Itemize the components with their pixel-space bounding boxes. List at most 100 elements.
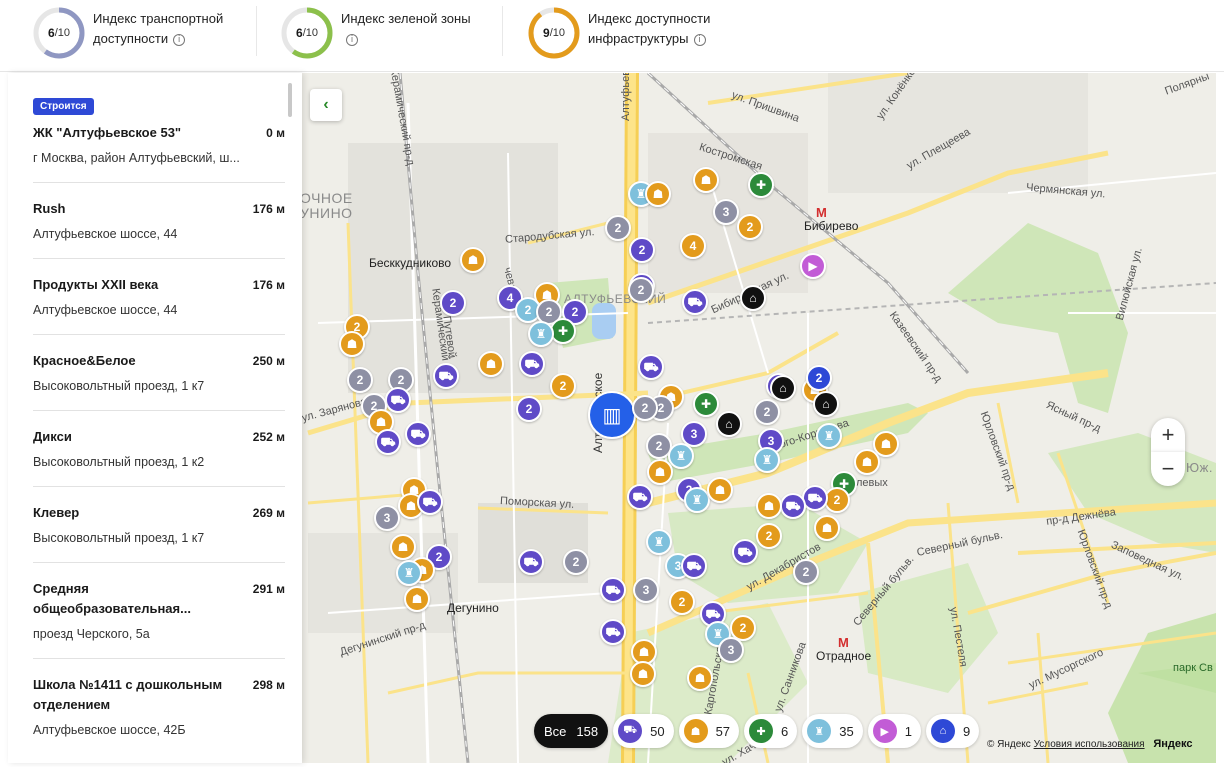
education-icon[interactable]: ☗ bbox=[390, 534, 416, 560]
divider bbox=[33, 258, 285, 259]
health-icon[interactable]: ✚ bbox=[748, 172, 774, 198]
education-icon[interactable]: ☗ bbox=[645, 181, 671, 207]
shop-icon[interactable]: ⛟ bbox=[385, 387, 411, 413]
shop-icon[interactable]: ⛟ bbox=[433, 363, 459, 389]
health-icon[interactable]: ✚ bbox=[693, 391, 719, 417]
shop-icon[interactable]: ⛟ bbox=[417, 489, 443, 515]
yandex-logo: Яндекс bbox=[1153, 738, 1193, 750]
filter-education[interactable]: ☗ 57 bbox=[678, 714, 740, 748]
zoom-in-button[interactable]: + bbox=[1151, 418, 1185, 452]
place-item[interactable]: Дикси 252 м Высоковольтный проезд, 1 к2 bbox=[33, 427, 285, 471]
shop-icon[interactable]: ⛟ bbox=[518, 549, 544, 575]
map-metro-label: Отрадное bbox=[816, 649, 872, 663]
filter-sport[interactable]: ♜ 35 bbox=[802, 714, 863, 748]
filter-banks[interactable]: ⌂ 9 bbox=[925, 714, 980, 748]
education-icon: ☗ bbox=[683, 719, 708, 743]
cluster-marker[interactable]: 3 bbox=[633, 577, 659, 603]
cluster-marker[interactable]: 2 bbox=[793, 559, 819, 585]
filter-all[interactable]: Все 158 bbox=[534, 714, 609, 748]
filter-health[interactable]: ✚ 6 bbox=[744, 714, 798, 748]
cluster-marker[interactable]: 2 bbox=[628, 277, 654, 303]
sport-icon[interactable]: ♜ bbox=[816, 423, 842, 449]
shop-cluster-marker[interactable]: 2 bbox=[629, 237, 655, 263]
health-icon[interactable]: ✚ bbox=[550, 318, 576, 344]
education-icon[interactable]: ☗ bbox=[814, 515, 840, 541]
bank-icon[interactable]: ⌂ bbox=[770, 375, 796, 401]
education-icon[interactable]: ☗ bbox=[478, 351, 504, 377]
education-icon[interactable]: ☗ bbox=[854, 449, 880, 475]
place-address: Высоковольтный проезд, 1 к7 bbox=[33, 379, 205, 393]
green-index-score: 6/10 bbox=[296, 26, 318, 40]
shop-icon[interactable]: ⛟ bbox=[600, 619, 626, 645]
filter-shops[interactable]: ⛟ 50 bbox=[613, 714, 674, 748]
education-cluster-marker[interactable]: 2 bbox=[550, 373, 576, 399]
shop-icon[interactable]: ⛟ bbox=[780, 493, 806, 519]
education-cluster-marker[interactable]: 2 bbox=[669, 589, 695, 615]
terms-link[interactable]: Условия использования bbox=[1034, 739, 1145, 750]
shop-cluster-marker[interactable]: 2 bbox=[440, 290, 466, 316]
place-address: проезд Черского, 5а bbox=[33, 627, 150, 641]
education-icon[interactable]: ☗ bbox=[756, 493, 782, 519]
infrastructure-index-score: 9/10 bbox=[543, 26, 565, 40]
health-icon: ✚ bbox=[749, 719, 774, 743]
shop-icon[interactable]: ⛟ bbox=[375, 429, 401, 455]
education-icon[interactable]: ☗ bbox=[460, 247, 486, 273]
shop-icon[interactable]: ⛟ bbox=[405, 421, 431, 447]
sport-icon[interactable]: ♜ bbox=[646, 529, 672, 555]
place-item[interactable]: Rush 176 м Алтуфьевское шоссе, 44 bbox=[33, 199, 285, 243]
place-distance: 269 м bbox=[252, 506, 285, 520]
info-icon[interactable]: i bbox=[173, 34, 186, 46]
main-building-pin[interactable]: ▥ bbox=[588, 391, 636, 439]
education-cluster-marker[interactable]: 4 bbox=[680, 233, 706, 259]
cluster-marker[interactable]: 2 bbox=[347, 367, 373, 393]
education-icon[interactable]: ☗ bbox=[339, 331, 365, 357]
place-item[interactable]: ЖК "Алтуфьевское 53" 0 м г Москва, район… bbox=[33, 123, 285, 167]
cluster-marker[interactable]: 2 bbox=[754, 399, 780, 425]
cluster-marker[interactable]: 2 bbox=[563, 549, 589, 575]
education-icon[interactable]: ☗ bbox=[707, 477, 733, 503]
sport-icon[interactable]: ♜ bbox=[754, 447, 780, 473]
shop-icon[interactable]: ⛟ bbox=[732, 539, 758, 565]
cluster-marker[interactable]: 2 bbox=[632, 395, 658, 421]
education-icon[interactable]: ☗ bbox=[687, 665, 713, 691]
education-cluster-marker[interactable]: 2 bbox=[824, 487, 850, 513]
cluster-marker[interactable]: 2 bbox=[605, 215, 631, 241]
bank-cluster-marker[interactable]: 2 bbox=[806, 365, 832, 391]
bank-icon[interactable]: ⌂ bbox=[740, 285, 766, 311]
sport-icon[interactable]: ♜ bbox=[668, 443, 694, 469]
education-icon[interactable]: ☗ bbox=[647, 459, 673, 485]
info-icon[interactable]: i bbox=[346, 34, 358, 46]
sport-icon[interactable]: ♜ bbox=[528, 321, 554, 347]
place-item[interactable]: Средняя общеобразовательная... 291 м про… bbox=[33, 579, 285, 643]
panel-scrollbar[interactable] bbox=[288, 83, 292, 117]
shop-cluster-marker[interactable]: 2 bbox=[516, 396, 542, 422]
shop-icon[interactable]: ⛟ bbox=[681, 553, 707, 579]
place-item[interactable]: Клевер 269 м Высоковольтный проезд, 1 к7 bbox=[33, 503, 285, 547]
education-cluster-marker[interactable]: 2 bbox=[756, 523, 782, 549]
sport-icon[interactable]: ♜ bbox=[396, 560, 422, 586]
shop-icon[interactable]: ⛟ bbox=[627, 484, 653, 510]
education-icon[interactable]: ☗ bbox=[693, 167, 719, 193]
place-item[interactable]: Школа №1411 с дошкольным отделением 298 … bbox=[33, 675, 285, 739]
place-name: Продукты XXII века bbox=[33, 277, 159, 292]
info-icon[interactable]: i bbox=[693, 34, 706, 46]
shop-icon[interactable]: ⛟ bbox=[682, 289, 708, 315]
cluster-marker[interactable]: 3 bbox=[718, 637, 744, 663]
shop-icon[interactable]: ⛟ bbox=[600, 577, 626, 603]
education-icon[interactable]: ☗ bbox=[630, 661, 656, 687]
cluster-marker[interactable]: 3 bbox=[713, 199, 739, 225]
education-icon[interactable]: ☗ bbox=[404, 586, 430, 612]
place-item[interactable]: Красное&Белое 250 м Высоковольтный проез… bbox=[33, 351, 285, 395]
bank-icon[interactable]: ⌂ bbox=[813, 391, 839, 417]
shop-icon[interactable]: ⛟ bbox=[638, 354, 664, 380]
shop-icon[interactable]: ⛟ bbox=[519, 351, 545, 377]
collapse-panel-button[interactable]: ‹ bbox=[310, 89, 342, 121]
filter-culture[interactable]: ▶ 1 bbox=[867, 714, 921, 748]
zoom-out-button[interactable]: − bbox=[1151, 452, 1185, 486]
divider bbox=[33, 486, 285, 487]
culture-icon[interactable]: ▶ bbox=[800, 253, 826, 279]
bank-icon[interactable]: ⌂ bbox=[716, 411, 742, 437]
cluster-marker[interactable]: 3 bbox=[374, 505, 400, 531]
education-cluster-marker[interactable]: 2 bbox=[737, 214, 763, 240]
place-item[interactable]: Продукты XXII века 176 м Алтуфьевское шо… bbox=[33, 275, 285, 319]
